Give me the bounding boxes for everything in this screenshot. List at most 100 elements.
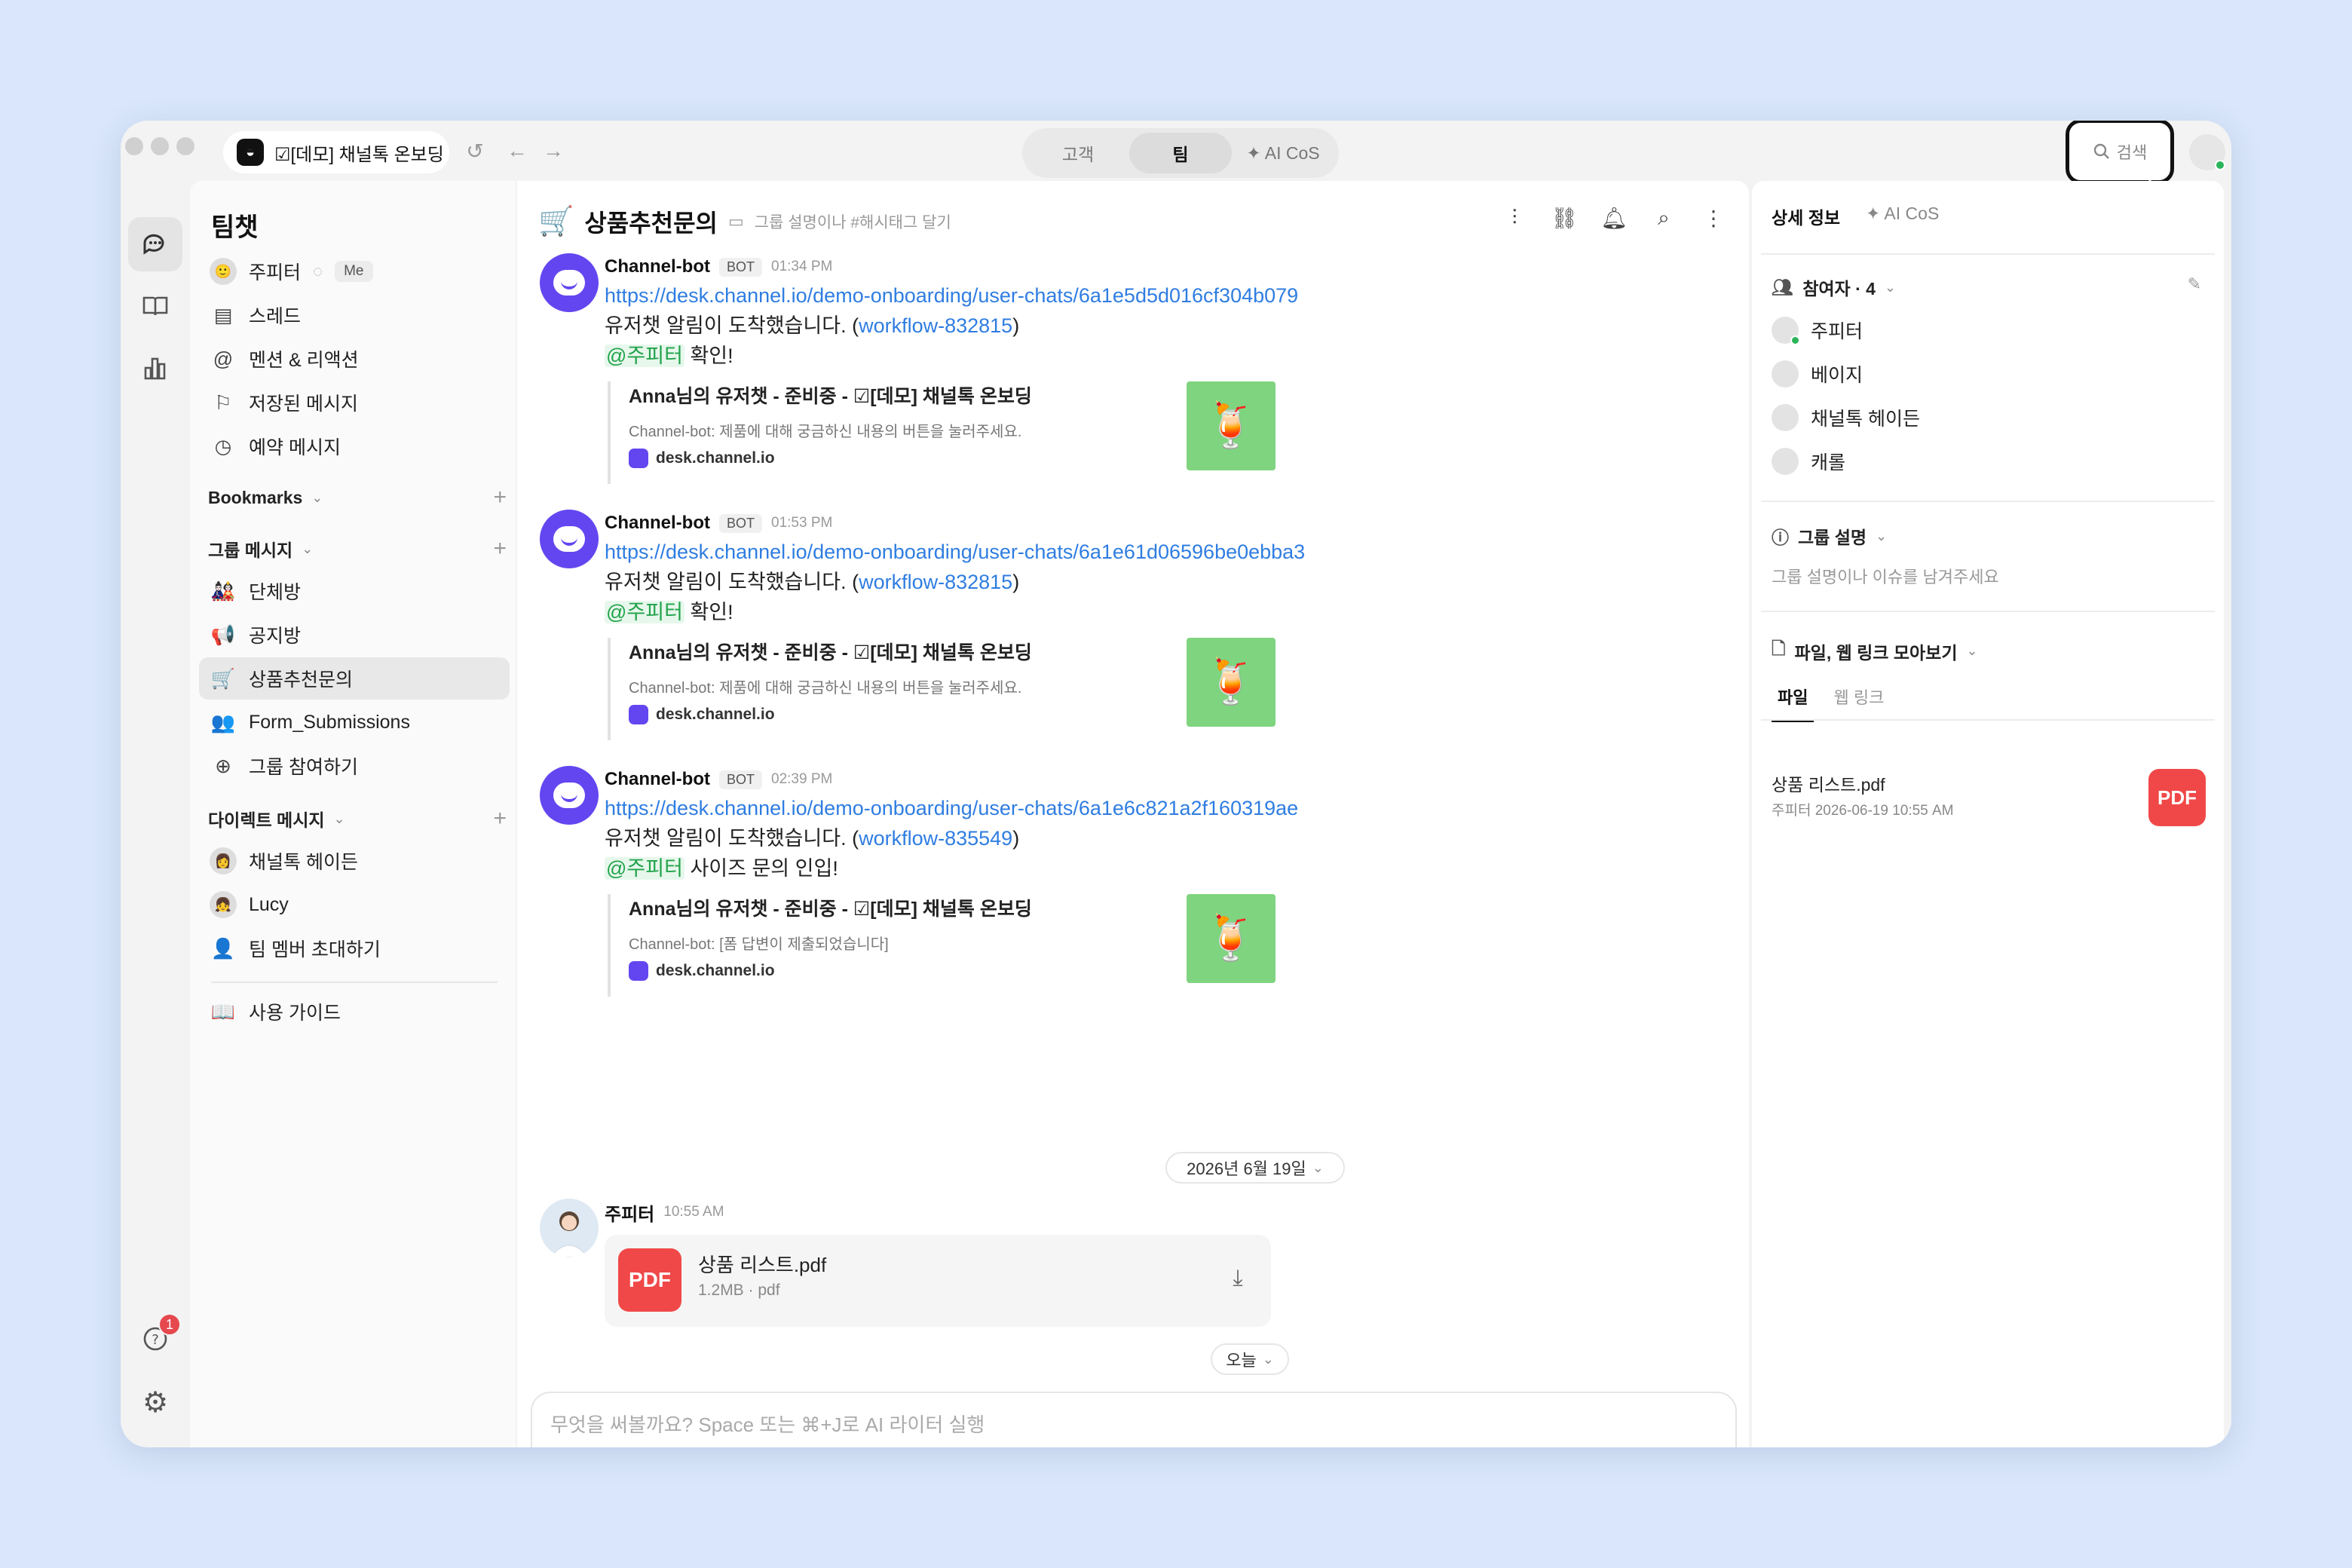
sidebar-item-group-forms[interactable]: 👥 Form_Submissions [199,701,510,743]
workflow-link[interactable]: workflow-832815 [859,314,1012,337]
sidebar-item-me[interactable]: 🙂 주피터 ◌ Me [199,250,510,292]
cocktail-thumbnail-icon: 🍹 [1187,381,1276,470]
history-icon[interactable]: ↺ [461,137,488,164]
forward-arrow-icon[interactable]: → [540,137,567,164]
mention-tag[interactable]: @주피터 [605,345,684,367]
mode-segmented-control: 고객 팀 ✦ AI CoS [1022,128,1339,178]
message-composer[interactable]: 무엇을 써볼까요? Space 또는 ⌘+J로 AI 라이터 실행 + T ☺ … [531,1392,1737,1447]
mention-tag[interactable]: @주피터 [605,601,684,623]
workflow-link[interactable]: workflow-835549 [859,827,1012,850]
message-text: 사이즈 문의 인입! [684,857,838,880]
segment-customer[interactable]: 고객 [1027,133,1129,173]
online-status-dot [2215,160,2225,170]
message-author[interactable]: Channel-bot [605,769,710,790]
message-author[interactable]: 주피터 [605,1199,654,1226]
tab-files[interactable]: 파일 [1772,684,1815,722]
channel-bot-avatar[interactable] [540,766,599,825]
message-link[interactable]: https://desk.channel.io/demo-onboarding/… [605,797,1298,819]
profile-avatar[interactable] [2189,134,2225,170]
app-window: ◒ ☑[데모] 채널톡 온보딩 ↺ ← → 고객 팀 ✦ AI CoS 검색 ?… [121,121,2231,1447]
sidebar-item-group-notice[interactable]: 📢 공지방 [199,614,510,656]
group-description-input[interactable]: 그룹 설명이나 이슈를 남겨주세요 [1772,564,1999,588]
search-icon[interactable]: ⌕ [1649,204,1678,232]
link-preview-card[interactable]: Anna님의 유저챗 - 준비중 - ☑[데모] 채널톡 온보딩 Channel… [608,381,1276,484]
sidebar-item-label: 팀 멤버 초대하기 [249,939,381,960]
participant-name: 캐롤 [1811,452,1846,473]
search-button[interactable]: 검색 [2066,121,2174,184]
message-link[interactable]: https://desk.channel.io/demo-onboarding/… [605,284,1298,307]
file-attachment[interactable]: PDF 상품 리스트.pdf 1.2MB · pdf ⤓ [605,1235,1271,1327]
sidebar-item-threads[interactable]: ▤ 스레드 [199,294,510,336]
add-bookmark-button[interactable]: + [493,485,507,510]
help-button[interactable]: ? 1 [128,1312,182,1366]
zoom-window-button[interactable] [176,137,194,155]
link-preview-card[interactable]: Anna님의 유저챗 - 준비중 - ☑[데모] 채널톡 온보딩 Channel… [608,638,1276,740]
sidebar-item-group-all[interactable]: 🎎 단체방 [199,570,510,612]
link-preview-card[interactable]: Anna님의 유저챗 - 준비중 - ☑[데모] 채널톡 온보딩 Channel… [608,894,1276,997]
sidebar-item-saved[interactable]: ⚐ 저장된 메시지 [199,381,510,424]
link-icon[interactable]: ⛓ [1550,204,1579,232]
group-section-header[interactable]: 그룹 메시지 ⌄ + [208,534,507,564]
sidebar-item-dm-hayden[interactable]: 👩 채널톡 헤이든 [199,840,510,882]
message-author[interactable]: Channel-bot [605,513,710,534]
team-chat-nav-button[interactable] [128,217,182,271]
sidebar-item-invite[interactable]: 👤 팀 멤버 초대하기 [199,927,510,969]
participant-item[interactable]: 주피터 [1772,317,1863,345]
sidebar-item-group-product[interactable]: 🛒 상품추천문의 [199,657,510,700]
channel-bot-avatar[interactable] [540,510,599,568]
participants-header[interactable]: 👥︎ 참여자 · 4 ⌄ [1772,274,1896,300]
more-vertical-icon[interactable]: ⋮ [1699,204,1728,232]
add-dm-button[interactable]: + [493,806,507,831]
add-group-button[interactable]: + [493,536,507,562]
bookmarks-section-header[interactable]: Bookmarks ⌄ + [208,482,507,513]
participant-item[interactable]: 베이지 [1772,360,1863,387]
edit-icon[interactable]: ✎ [2188,274,2201,294]
sidebar-item-label: 채널톡 헤이든 [249,852,358,873]
sidebar-item-mentions[interactable]: @ 멘션 & 리액션 [199,338,510,380]
channel-logo-icon [629,449,648,468]
segment-ai-cos[interactable]: ✦ AI CoS [1232,133,1334,173]
minimize-window-button[interactable] [151,137,169,155]
participant-item[interactable]: 채널톡 헤이든 [1772,404,1920,431]
files-header[interactable]: 🗋 파일, 웹 링크 모아보기 ⌄ [1772,636,1978,666]
sidebar-item-join-group[interactable]: ⊕ 그룹 참여하기 [199,745,510,787]
today-divider[interactable]: 오늘 ⌄ [1211,1343,1289,1375]
message-link[interactable]: https://desk.channel.io/demo-onboarding/… [605,541,1305,563]
sidebar-item-label: 공지방 [249,626,302,647]
file-list-item-name[interactable]: 상품 리스트.pdf [1772,770,1885,796]
bell-icon[interactable]: 🔔︎ [1600,204,1628,232]
pdf-file-icon[interactable]: PDF [2148,769,2206,826]
statistics-nav-button[interactable] [128,341,182,395]
back-arrow-icon[interactable]: ← [504,137,531,164]
tab-details[interactable]: 상세 정보 [1772,204,1840,229]
date-divider[interactable]: 2026년 6월 19일 ⌄ [1165,1152,1345,1184]
avatar [1772,360,1799,387]
message-author[interactable]: Channel-bot [605,256,710,277]
workspace-tab[interactable]: ◒ ☑[데모] 채널톡 온보딩 [223,131,449,173]
workflow-link[interactable]: workflow-832815 [859,571,1012,593]
today-label: 오늘 [1226,1351,1257,1370]
channel-bot-avatar[interactable] [540,253,599,312]
participant-item[interactable]: 캐롤 [1772,448,1845,475]
sidebar-item-dm-lucy[interactable]: 👧 Lucy [199,884,510,926]
file-name: 상품 리스트.pdf [698,1254,827,1276]
dm-section-header[interactable]: 다이렉트 메시지 ⌄ + [208,804,507,834]
audio-wave-icon[interactable]: ⫶ [1500,204,1529,232]
sidebar-item-guide[interactable]: 📖 사용 가이드 [199,991,510,1033]
download-icon[interactable]: ⤓ [1224,1265,1251,1292]
mention-tag[interactable]: @주피터 [605,857,684,880]
settings-button[interactable]: ⚙ [128,1375,182,1429]
close-window-button[interactable] [125,137,143,155]
sidebar-item-scheduled[interactable]: ◷ 예약 메시지 [199,425,510,467]
bot-tag: BOT [718,770,762,789]
me-badge: Me [335,261,373,282]
tab-ai-cos[interactable]: ✦ AI CoS [1866,204,1939,229]
tab-web-links[interactable]: 웹 링크 [1827,684,1890,722]
search-icon [2093,143,2109,159]
avatar: 🙂 [210,258,237,285]
documents-nav-button[interactable] [128,279,182,333]
group-description-header[interactable]: ⓘ 그룹 설명 ⌄ [1772,523,1887,549]
avatar[interactable] [540,1199,599,1257]
segment-team[interactable]: 팀 [1129,133,1232,173]
chat-description[interactable]: 그룹 설명이나 #해시태그 달기 [755,210,951,233]
